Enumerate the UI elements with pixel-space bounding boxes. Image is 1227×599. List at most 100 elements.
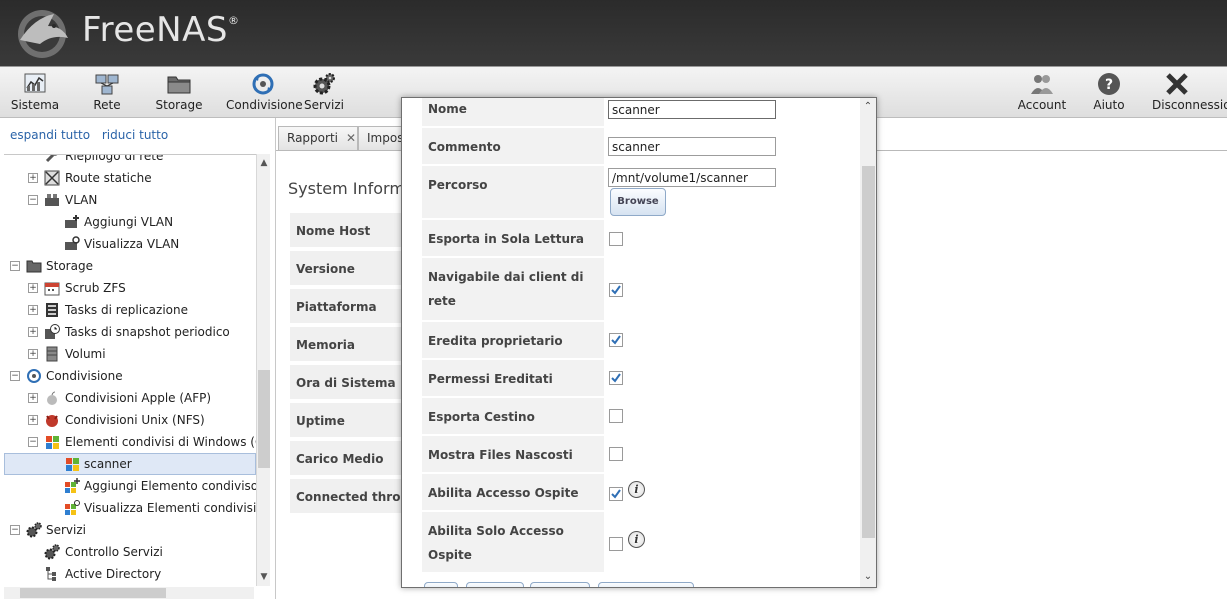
wrench-icon — [45, 155, 58, 163]
scroll-up-arrow-icon[interactable]: ⌃ — [860, 100, 876, 114]
scrollbar-thumb[interactable] — [20, 588, 166, 598]
sidebar-horizontal-scrollbar[interactable] — [4, 587, 254, 599]
tree-item-condivisioni-afp[interactable]: + Condivisioni Apple (AFP) — [4, 387, 256, 409]
browse-button[interactable]: Browse — [610, 188, 666, 216]
toolbar-sistema-button[interactable]: Sistema — [10, 67, 60, 119]
tree-item-volumi[interactable]: + Volumi — [4, 343, 256, 365]
collapse-toggle[interactable]: − — [10, 525, 20, 535]
calendar-icon — [44, 282, 60, 296]
nome-label: Nome — [422, 98, 604, 126]
expand-toggle[interactable]: + — [28, 327, 38, 337]
tree-item-visualizza-elementi[interactable]: Visualizza Elementi condivisi d — [4, 497, 256, 519]
dialog-button[interactable] — [530, 582, 590, 587]
collapse-toggle[interactable]: − — [10, 261, 20, 271]
tab-rapporti[interactable]: Rapporti ✕ — [278, 126, 358, 150]
windows-share-icon — [66, 458, 79, 471]
field-row-eredita-proprietario: Eredita proprietario — [422, 322, 854, 358]
field-row-nome: Nome — [422, 98, 854, 126]
tree-item-vlan[interactable]: − VLAN — [4, 189, 256, 211]
expand-all-link[interactable]: espandi tutto — [10, 128, 90, 142]
tree-item-route-statiche[interactable]: + Route statiche — [4, 167, 256, 189]
solo-accesso-ospite-checkbox[interactable] — [609, 537, 623, 551]
eredita-proprietario-checkbox[interactable] — [609, 333, 623, 347]
dialog-button[interactable] — [598, 582, 694, 587]
toolbar-disconnect-button[interactable]: Disconnessio — [1150, 67, 1227, 119]
toolbar-account-button[interactable]: Account — [1016, 67, 1068, 119]
dialog-vertical-scrollbar[interactable]: ⌃ ⌄ — [860, 98, 876, 587]
tree-item-condivisione[interactable]: − Condivisione — [4, 365, 256, 387]
field-row-percorso: Percorso Browse — [422, 166, 854, 218]
field-row-commento: Commento — [422, 128, 854, 164]
expand-toggle[interactable]: + — [28, 393, 38, 403]
field-row-navigabile: Navigabile dai client di rete — [422, 258, 854, 320]
tree-item-tasks-snapshot[interactable]: + Tasks di snapshot periodico — [4, 321, 256, 343]
scrollbar-thumb[interactable] — [258, 370, 270, 468]
expand-collapse-links: espandi tutto riduci tutto — [10, 128, 176, 142]
sola-lettura-checkbox[interactable] — [609, 232, 623, 246]
info-icon[interactable]: i — [628, 531, 645, 548]
scroll-down-arrow-icon[interactable]: ⌄ — [860, 570, 876, 584]
expand-toggle[interactable]: + — [28, 173, 38, 183]
eredita-proprietario-label: Eredita proprietario — [422, 322, 604, 358]
collapse-toggle[interactable]: − — [28, 195, 38, 205]
close-tab-icon[interactable]: ✕ — [346, 131, 356, 145]
navigabile-checkbox[interactable] — [609, 283, 623, 297]
field-row-permessi-ereditati: Permessi Ereditati — [422, 360, 854, 396]
tree-item-active-directory[interactable]: Active Directory — [4, 563, 256, 585]
dialog-button[interactable] — [466, 582, 524, 587]
commento-label: Commento — [422, 128, 604, 164]
commento-input[interactable] — [608, 137, 776, 156]
expand-toggle[interactable]: + — [28, 415, 38, 425]
sharing-icon — [252, 73, 274, 95]
tree-item-controllo-servizi[interactable]: Controllo Servizi — [4, 541, 256, 563]
field-row-sola-lettura: Esporta in Sola Lettura — [422, 220, 854, 256]
tree-item-visualizza-vlan[interactable]: Visualizza VLAN — [4, 233, 256, 255]
percorso-input[interactable] — [608, 168, 776, 187]
toolbar-servizi-button[interactable]: Servizi — [302, 67, 346, 119]
scroll-up-arrow-icon[interactable]: ▲ — [257, 156, 271, 170]
toolbar-rete-button[interactable]: Rete — [86, 67, 128, 119]
collapse-all-link[interactable]: riduci tutto — [102, 128, 168, 142]
tree-item-storage[interactable]: − Storage — [4, 255, 256, 277]
toolbar-aiuto-button[interactable]: ? Aiuto — [1090, 67, 1128, 119]
solo-accesso-ospite-label: Abilita Solo Accesso Ospite — [422, 512, 604, 572]
checkmark-icon — [611, 489, 621, 499]
toolbar-storage-button[interactable]: Storage — [154, 67, 204, 119]
tree-item-riepilogo-rete[interactable]: Riepilogo di rete — [4, 155, 256, 167]
tree-item-scanner[interactable]: scanner — [4, 453, 256, 475]
checkmark-icon — [611, 285, 621, 295]
field-row-esporta-cestino: Esporta Cestino — [422, 398, 854, 434]
toolbar-condivisione-button[interactable]: Condivisione — [226, 67, 303, 119]
field-row-solo-accesso-ospite: Abilita Solo Accesso Ospite i — [422, 512, 854, 572]
accesso-ospite-checkbox[interactable] — [609, 487, 623, 501]
accesso-ospite-label: Abilita Accesso Ospite — [422, 474, 604, 510]
sharing-icon — [27, 369, 41, 383]
expand-toggle[interactable]: + — [28, 283, 38, 293]
scroll-down-arrow-icon[interactable]: ▼ — [257, 570, 271, 584]
tree-item-aggiungi-vlan[interactable]: Aggiungi VLAN — [4, 211, 256, 233]
volume-disk-icon — [46, 346, 58, 362]
expand-toggle[interactable]: + — [28, 349, 38, 359]
files-nascosti-checkbox[interactable] — [609, 447, 623, 461]
network-icon — [95, 74, 119, 95]
windows-share-icon — [46, 436, 59, 449]
tree-item-aggiungi-elemento[interactable]: Aggiungi Elemento condiviso d — [4, 475, 256, 497]
sidebar-vertical-scrollbar[interactable]: ▲ ▼ — [256, 154, 270, 586]
tree-item-servizi[interactable]: − Servizi — [4, 519, 256, 541]
info-icon[interactable]: i — [628, 481, 645, 498]
esporta-cestino-checkbox[interactable] — [609, 409, 623, 423]
nome-input[interactable] — [608, 100, 776, 119]
collapse-toggle[interactable]: − — [28, 437, 38, 447]
services-gear-icon — [44, 544, 60, 560]
expand-toggle[interactable]: + — [28, 305, 38, 315]
permessi-ereditati-checkbox[interactable] — [609, 371, 623, 385]
storage-folder-icon — [26, 260, 42, 273]
tree-item-condivisioni-nfs[interactable]: + Condivisioni Unix (NFS) — [4, 409, 256, 431]
collapse-toggle[interactable]: − — [10, 371, 20, 381]
tree-item-elementi-windows[interactable]: − Elementi condivisi di Windows (C — [4, 431, 256, 453]
dialog-button[interactable] — [424, 582, 458, 587]
tree-item-tasks-replicazione[interactable]: + Tasks di replicazione — [4, 299, 256, 321]
apple-icon — [47, 391, 57, 405]
scrollbar-thumb[interactable] — [862, 166, 875, 538]
tree-item-scrub-zfs[interactable]: + Scrub ZFS — [4, 277, 256, 299]
